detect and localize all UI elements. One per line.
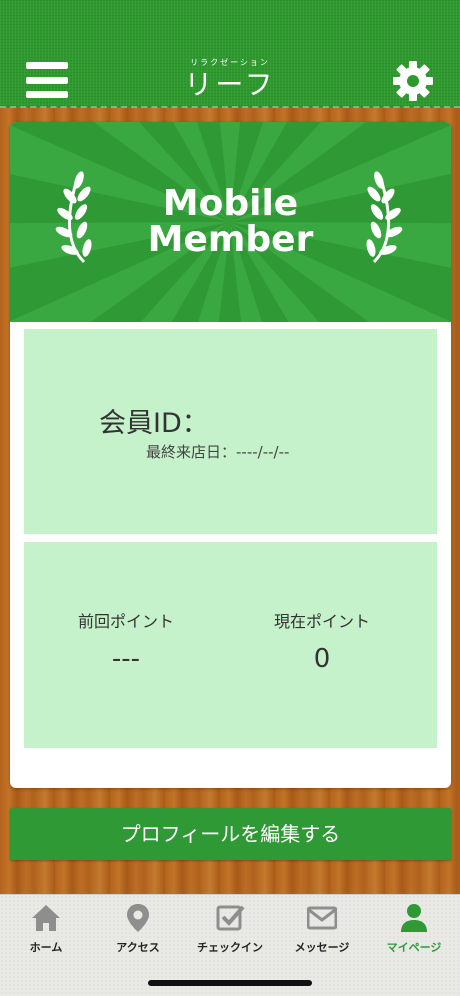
logo-subtitle: リラクゼーション xyxy=(190,58,270,67)
tab-checkin-label: チェックイン xyxy=(197,941,263,954)
member-id-label: 会員ID： xyxy=(99,408,209,439)
previous-points-label: 前回ポイント xyxy=(77,612,174,631)
app-logo: リラクゼーション リーフ xyxy=(150,58,310,102)
member-card: Mobile Member 会員ID： 最終来店日：----/--/-- 前回ポ… xyxy=(10,122,451,788)
home-indicator[interactable] xyxy=(148,980,312,986)
person-icon xyxy=(401,904,427,932)
points-panel: 前回ポイント --- 現在ポイント 0 xyxy=(24,542,437,748)
member-banner: Mobile Member xyxy=(10,122,451,322)
checkbox-icon xyxy=(216,905,245,931)
laurel-right-icon xyxy=(366,171,403,264)
last-visit-date: 最終来店日：----/--/-- xyxy=(146,443,290,461)
logo-title: リーフ xyxy=(184,68,276,101)
edit-profile-button[interactable]: プロフィールを編集する xyxy=(10,808,451,860)
tab-checkin[interactable]: チェックイン xyxy=(184,895,276,959)
tab-message[interactable]: メッセージ xyxy=(276,895,368,959)
tab-mypage[interactable]: マイページ xyxy=(368,895,460,959)
tab-access[interactable]: アクセス xyxy=(92,895,184,959)
tab-home-label: ホーム xyxy=(29,941,63,954)
mail-icon xyxy=(307,906,337,930)
current-points-value: 0 xyxy=(313,644,331,674)
tab-mypage-label: マイページ xyxy=(386,941,442,954)
member-info-panel: 会員ID： 最終来店日：----/--/-- xyxy=(24,329,437,534)
home-icon xyxy=(32,905,60,931)
tab-message-label: メッセージ xyxy=(294,941,350,954)
app-header: リラクゼーション リーフ xyxy=(0,0,460,108)
tab-access-label: アクセス xyxy=(116,941,160,954)
location-pin-icon xyxy=(127,904,149,932)
current-points-label: 現在ポイント xyxy=(273,612,370,631)
hamburger-menu-icon[interactable] xyxy=(26,62,68,98)
gear-icon[interactable] xyxy=(392,60,434,102)
tab-home[interactable]: ホーム xyxy=(0,895,92,959)
previous-points-value: --- xyxy=(111,644,141,674)
